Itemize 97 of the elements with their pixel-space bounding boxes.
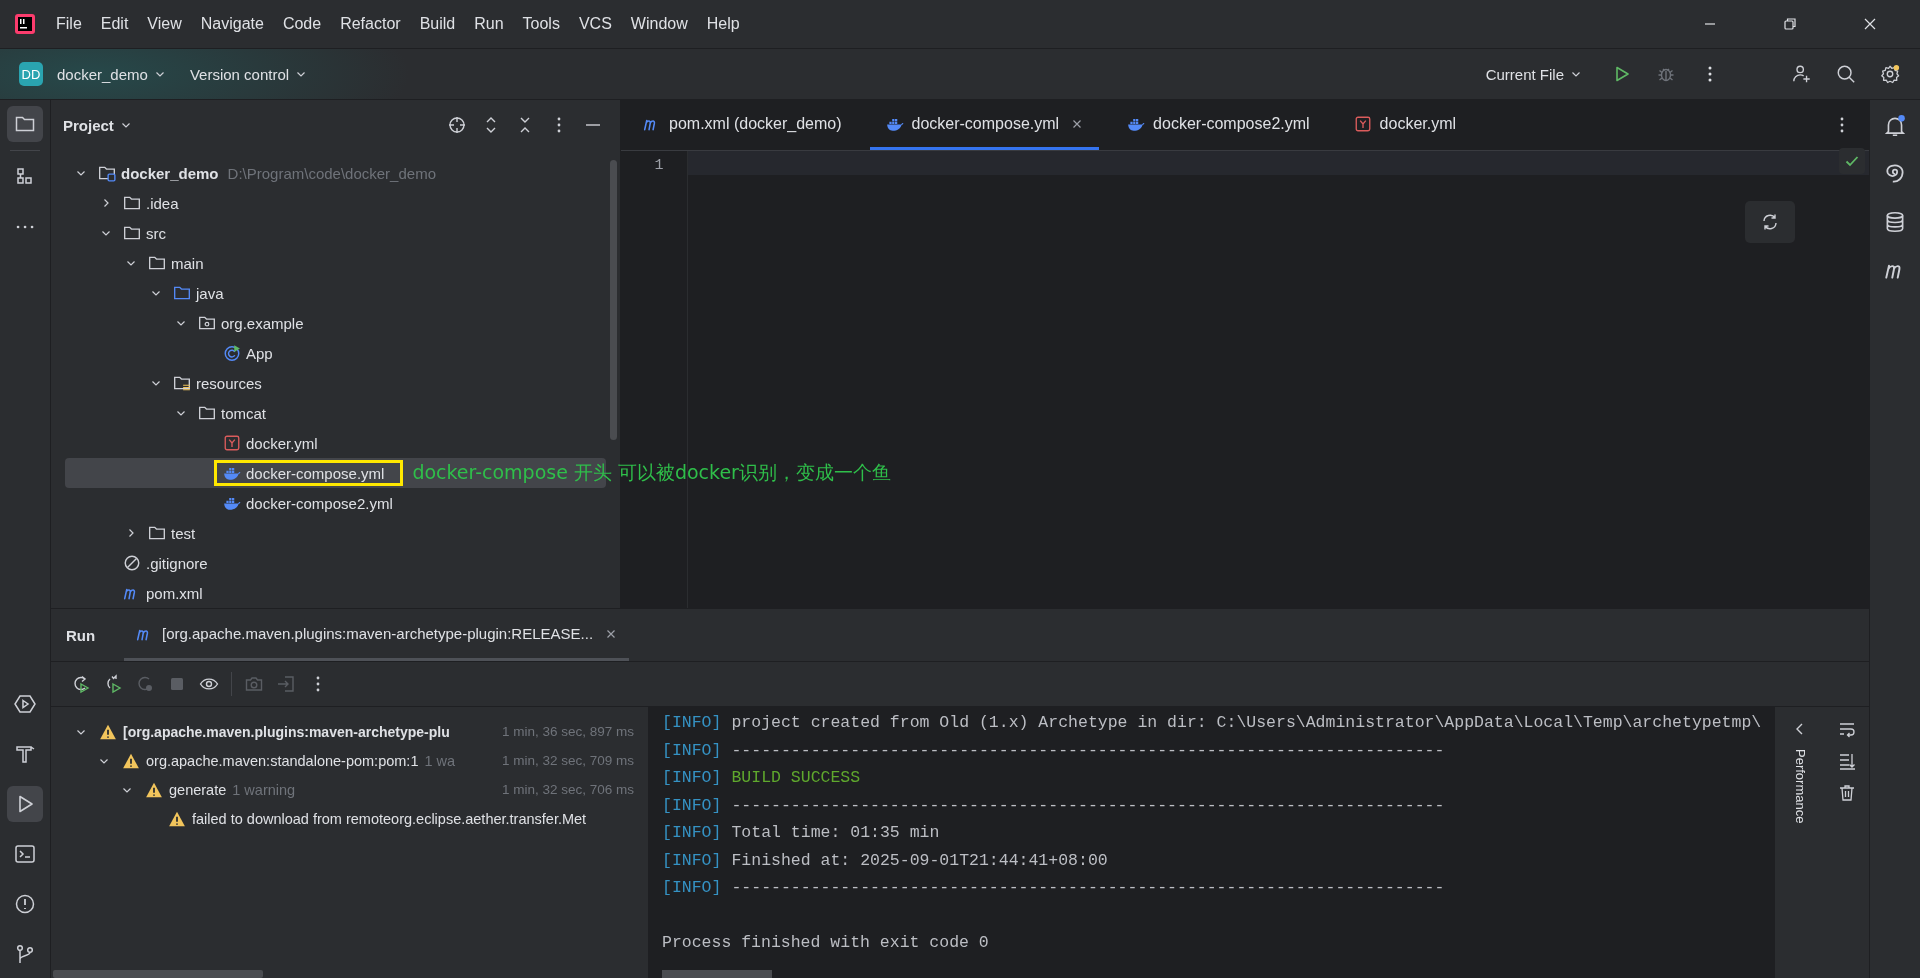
tree-item[interactable]: docker_demo xyxy=(121,164,219,182)
tree-item[interactable]: .idea xyxy=(146,194,179,212)
ignore-icon xyxy=(123,554,141,572)
settings-icon[interactable] xyxy=(1880,64,1900,84)
log-level: [INFO] xyxy=(662,795,722,815)
editor-tab[interactable]: docker.yml xyxy=(1337,100,1473,150)
line-number: 1 xyxy=(653,156,664,176)
console-line: ------------------------------------------------------------------------ xyxy=(731,740,1445,760)
folder-icon xyxy=(148,254,166,272)
menu-item[interactable]: VCS xyxy=(578,15,612,33)
tree-item[interactable]: org.apache.maven:standalone-pom:pom:1 xyxy=(146,752,419,769)
annotation-text: docker-compose 开头 可以被docker识别，变成一个鱼 xyxy=(412,460,891,485)
warning-count: 1 wa xyxy=(424,752,456,769)
console-line: Finished at: 2025-09-01T21:44:41+08:00 xyxy=(731,850,1108,870)
toggle-rerun-icon[interactable] xyxy=(135,674,155,694)
log-level: [INFO] xyxy=(662,878,722,898)
editor-tab[interactable]: docker-compose2.yml xyxy=(1111,100,1326,150)
menu-item[interactable]: View xyxy=(147,15,182,33)
trash-icon[interactable] xyxy=(1837,783,1857,803)
folder-icon xyxy=(198,404,216,422)
close-icon[interactable] xyxy=(1071,117,1084,130)
duration: 1 min, 36 sec, 897 ms xyxy=(501,724,634,739)
tree-item[interactable]: main xyxy=(171,254,204,272)
tree-item[interactable]: docker.yml xyxy=(246,434,318,452)
menu-item[interactable]: Build xyxy=(419,15,456,33)
menu-item[interactable]: Help xyxy=(706,15,740,33)
tree-item[interactable]: failed to download from remoteorg.eclipse.aether.transfer.Met xyxy=(192,810,587,827)
menu-item[interactable]: Code xyxy=(282,15,322,33)
side-tab[interactable]: Performance xyxy=(1792,749,1808,824)
menu-item[interactable]: Window xyxy=(630,15,688,33)
log-level: [INFO] xyxy=(662,823,722,843)
refresh-icon xyxy=(1760,212,1780,232)
package-icon xyxy=(198,314,216,332)
tree-item[interactable]: [org.apache.maven.plugins:maven-archetype-plu xyxy=(123,723,450,740)
folder-icon xyxy=(173,284,191,302)
console-line: ------------------------------------------------------------------------ xyxy=(731,795,1445,815)
console-line: project created from Old (1.x) Archetype in dir: C:\Users\Administrator\AppData\Local\Temp\archetypetmp\ xyxy=(731,713,1762,733)
run-tab[interactable]: [org.apache.maven.plugins:maven-archetype-plugin:RELEASE... xyxy=(124,609,630,661)
search-icon[interactable] xyxy=(1836,64,1856,84)
class-icon xyxy=(223,344,241,362)
tree-item[interactable]: org.example xyxy=(221,314,304,332)
app-logo-icon xyxy=(15,14,35,34)
folder-icon xyxy=(98,164,116,182)
console-line: ------------------------------------------------------------------------ xyxy=(731,878,1445,898)
tree-item[interactable]: resources xyxy=(196,374,262,392)
duration: 1 min, 32 sec, 709 ms xyxy=(501,753,634,768)
scrollbar[interactable] xyxy=(53,970,263,978)
menu-item[interactable]: Run xyxy=(474,15,504,33)
tree-item[interactable]: tomcat xyxy=(221,404,266,422)
crosshair-icon[interactable] xyxy=(447,115,467,135)
menu-item[interactable]: Edit xyxy=(100,15,129,33)
run-config-dropdown[interactable]: Current File xyxy=(1479,61,1588,87)
add-user-icon[interactable] xyxy=(1792,64,1812,84)
console-line: Process finished with exit code 0 xyxy=(662,932,989,952)
yaml-file-icon xyxy=(1353,114,1372,133)
folder-icon xyxy=(123,224,141,242)
tree-item[interactable]: docker-compose2.yml xyxy=(246,494,393,512)
project-path: D:\Program\code\docker_demo xyxy=(227,164,436,182)
close-icon[interactable] xyxy=(605,627,618,640)
folder-icon xyxy=(148,524,166,542)
console-line: BUILD SUCCESS xyxy=(731,768,861,788)
tree-item[interactable]: src xyxy=(146,224,166,242)
project-view-dropdown[interactable]: Project xyxy=(55,112,140,138)
tree-item[interactable]: generate xyxy=(169,781,227,798)
log-level: [INFO] xyxy=(662,850,722,870)
menu-item[interactable]: Tools xyxy=(522,15,560,33)
scrollbar[interactable] xyxy=(610,160,617,440)
reload-button[interactable] xyxy=(1745,201,1795,243)
duration: 1 min, 32 sec, 706 ms xyxy=(501,782,634,797)
editor-tab[interactable]: pom.xml (docker_demo) xyxy=(627,100,858,150)
tree-item[interactable]: App xyxy=(246,344,273,362)
scrollbar[interactable] xyxy=(662,970,772,978)
menu-item[interactable]: Refactor xyxy=(340,15,401,33)
version-control-dropdown[interactable]: Version control xyxy=(183,61,314,87)
tree-item[interactable]: .gitignore xyxy=(146,554,208,572)
folder-icon xyxy=(123,194,141,212)
project-selector[interactable]: docker_demo xyxy=(51,61,172,87)
log-level: [INFO] xyxy=(662,740,722,760)
tool-window-title: Run xyxy=(66,626,97,644)
scroll-to-end-icon[interactable] xyxy=(1837,751,1857,771)
log-level: [INFO] xyxy=(662,768,722,788)
console-line: Total time: 01:35 min xyxy=(731,823,940,843)
folder-icon[interactable] xyxy=(7,106,43,142)
yaml-file-icon xyxy=(223,434,241,452)
rerun-icon[interactable] xyxy=(71,674,91,694)
tree-item[interactable]: test xyxy=(171,524,196,542)
warning-count: 1 warning xyxy=(232,781,296,798)
tree-item[interactable]: docker-compose.yml xyxy=(246,464,385,482)
tree-item[interactable]: java xyxy=(196,284,224,302)
bell-icon[interactable] xyxy=(1883,114,1907,138)
menu-item[interactable]: Navigate xyxy=(200,15,264,33)
play-icon[interactable] xyxy=(7,786,43,822)
project-badge: DD xyxy=(19,62,43,86)
folder-icon xyxy=(173,374,191,392)
tree-item[interactable]: pom.xml xyxy=(146,584,203,602)
menu-item[interactable]: File xyxy=(56,15,82,33)
log-level: [INFO] xyxy=(662,713,722,733)
